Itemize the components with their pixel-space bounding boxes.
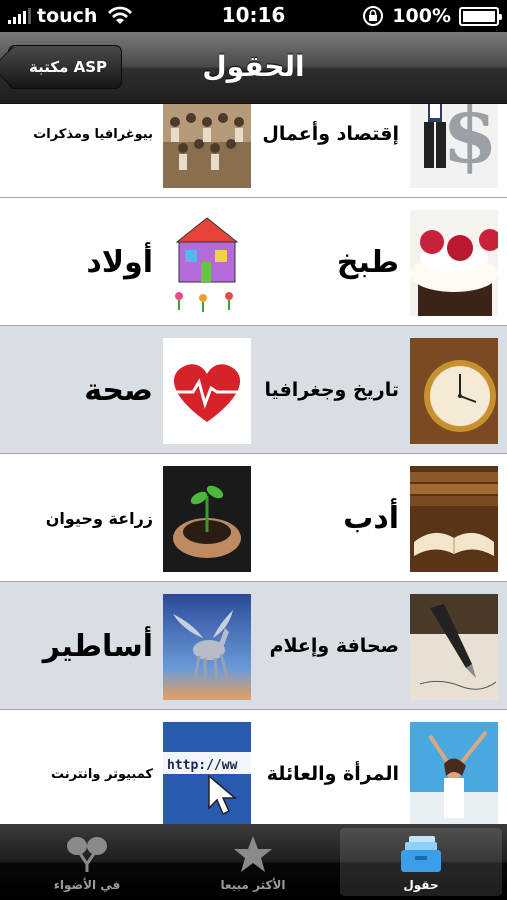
fountain-pen-image (410, 594, 498, 700)
category-label: صحافة وإعلام (269, 635, 399, 657)
back-button-label: مكتبة ASP (29, 58, 107, 76)
spotlight-icon (67, 837, 107, 872)
tab-bestsellers[interactable]: الأكثر مبيعا (172, 828, 334, 896)
vintage-group-photo-image (163, 104, 251, 188)
pegasus-image (163, 594, 251, 700)
category-label: المرأة والعائلة (266, 763, 399, 785)
category-biography[interactable]: بيوغرافيا ومذكرات (0, 104, 253, 198)
list-row: طبخ أولاد (0, 198, 507, 326)
category-agriculture[interactable]: زراعة وحيوان (0, 454, 253, 582)
category-label: صحة (84, 372, 153, 408)
category-children[interactable]: أولاد (0, 198, 253, 326)
category-mythology[interactable]: أساطير (0, 582, 253, 710)
cupcake-image (410, 210, 498, 316)
seedling-hands-image (163, 466, 251, 572)
list-row: تاريخ وجغرافيا صحة (0, 326, 507, 454)
category-literature[interactable]: أدب (253, 454, 507, 582)
category-cooking[interactable]: طبخ (253, 198, 507, 326)
heartbeat-heart-image (163, 338, 251, 444)
navigation-bar: مكتبة ASP الحقول (0, 32, 507, 104)
category-journalism[interactable]: صحافة وإعلام (253, 582, 507, 710)
happy-woman-image (410, 722, 498, 824)
category-label: بيوغرافيا ومذكرات (33, 126, 153, 142)
orientation-lock-icon (363, 6, 384, 26)
list-row: إقتصاد وأعمال $ بيوغرافيا ومذكرات (0, 104, 507, 198)
child-house-drawing-image (163, 210, 251, 316)
status-bar: touch 10:16 100% (0, 0, 507, 32)
tab-fields[interactable]: حقول (340, 828, 502, 896)
dollar-businessman-image: $ (410, 104, 498, 188)
category-computer-internet[interactable]: كمبيوتر وانترنت http://ww (0, 710, 253, 824)
category-label: إقتصاد وأعمال (262, 123, 399, 145)
category-history-geography[interactable]: تاريخ وجغرافيا (253, 326, 507, 454)
category-label: طبخ (336, 244, 399, 280)
star-icon (234, 836, 272, 872)
category-list[interactable]: إقتصاد وأعمال $ بيوغرافيا ومذكرات طبخ أو… (0, 104, 507, 824)
browser-url-image: http://ww (163, 722, 251, 824)
pocket-watch-image (410, 338, 498, 444)
category-label: زراعة وحيوان (45, 508, 153, 528)
file-box-icon (401, 836, 441, 872)
list-row: المرأة والعائلة كمبيوتر وانترنت http://w… (0, 710, 507, 824)
list-row: أدب زراعة وحيوان (0, 454, 507, 582)
svg-text:http://ww: http://ww (167, 758, 238, 773)
svg-text:$: $ (442, 104, 498, 181)
tab-bar: في الأضواء الأكثر مبيعا حقول (0, 824, 507, 900)
tab-label: الأكثر مبيعا (220, 878, 286, 892)
category-women-family[interactable]: المرأة والعائلة (253, 710, 507, 824)
tab-spotlight[interactable]: في الأضواء (6, 828, 168, 896)
category-label: أولاد (86, 244, 153, 280)
category-label: أساطير (42, 628, 153, 664)
category-health[interactable]: صحة (0, 326, 253, 454)
tab-label: حقول (403, 878, 439, 892)
list-row: صحافة وإعلام أساطير (0, 582, 507, 710)
tab-label: في الأضواء (53, 878, 121, 892)
category-label: كمبيوتر وانترنت (51, 766, 153, 782)
open-books-image (410, 466, 498, 572)
battery-percentage: 100% (392, 5, 451, 27)
category-label: تاريخ وجغرافيا (264, 379, 399, 401)
category-label: أدب (343, 500, 399, 536)
battery-icon (459, 6, 502, 26)
category-economy[interactable]: إقتصاد وأعمال $ (253, 104, 507, 198)
